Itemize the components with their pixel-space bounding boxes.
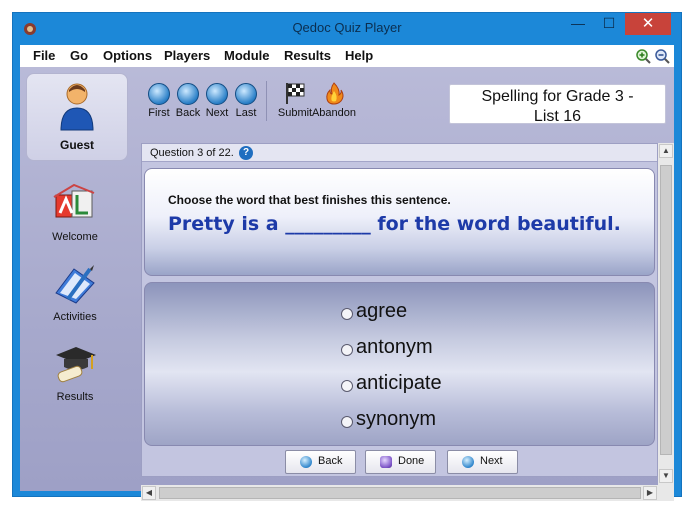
done-button-label: Done — [398, 455, 425, 467]
question-header: Question 3 of 22. ? — [142, 144, 657, 162]
done-button[interactable]: Done — [365, 450, 436, 474]
back-arrow-icon — [300, 456, 312, 468]
user-avatar-icon — [60, 83, 94, 131]
fire-icon — [326, 82, 344, 105]
next-icon — [206, 83, 228, 105]
back-button-label: Back — [318, 455, 343, 467]
menu-module[interactable]: Module — [224, 48, 270, 63]
user-panel[interactable]: Guest — [26, 73, 128, 161]
question-nav-bar: Back Done Next — [144, 448, 655, 476]
menu-bar: File Go Options Players Module Results H… — [20, 45, 674, 67]
answer-radio[interactable] — [341, 308, 353, 320]
next-button[interactable]: Next — [447, 450, 518, 474]
back-icon — [177, 83, 199, 105]
last-icon — [235, 83, 257, 105]
vertical-scrollbar[interactable]: ▲ ▼ — [658, 143, 674, 485]
horizontal-scroll-thumb[interactable] — [159, 487, 641, 499]
answer-option[interactable]: antonym — [341, 335, 541, 363]
back-toolbar-button[interactable]: Back — [173, 81, 203, 129]
answer-option[interactable]: anticipate — [341, 371, 541, 399]
next-toolbar-button[interactable]: Next — [202, 81, 232, 129]
menu-go[interactable]: Go — [70, 48, 88, 63]
last-button[interactable]: Last — [231, 81, 261, 129]
zoom-out-icon[interactable] — [654, 48, 671, 65]
menu-players[interactable]: Players — [164, 48, 210, 63]
menu-file[interactable]: File — [33, 48, 55, 63]
sidebar-item-activities[interactable]: Activities — [20, 263, 130, 333]
sidebar-item-results[interactable]: Results — [20, 343, 130, 413]
scrollbar-corner — [658, 485, 674, 501]
scroll-down-icon[interactable]: ▼ — [659, 469, 673, 483]
sidebar-item-label: Welcome — [52, 231, 98, 243]
first-button[interactable]: First — [144, 81, 174, 129]
module-title-line2: List 16 — [533, 108, 582, 125]
zoom-in-icon[interactable] — [635, 48, 652, 65]
module-title-line1: Spelling for Grade 3 - — [481, 88, 634, 105]
question-text: Pretty is a _________ for the word beaut… — [168, 213, 621, 235]
scroll-right-icon[interactable]: ▶ — [643, 486, 657, 500]
scroll-up-icon[interactable]: ▲ — [659, 144, 673, 158]
menu-options[interactable]: Options — [103, 48, 152, 63]
app-window: Qedoc Quiz Player — ☐ ✕ File Go Options … — [12, 12, 682, 501]
answer-label: anticipate — [356, 372, 442, 394]
next-arrow-icon — [462, 456, 474, 468]
answer-label: antonym — [356, 336, 433, 358]
scroll-left-icon[interactable]: ◀ — [142, 486, 156, 500]
module-title: Spelling for Grade 3 - List 16 — [449, 84, 666, 125]
question-area: Question 3 of 22. ? Choose the word that… — [141, 143, 658, 477]
answer-label: agree — [356, 300, 408, 322]
client-area: Guest Welcome Activities Results First B… — [20, 67, 674, 501]
question-instruction: Choose the word that best finishes this … — [168, 193, 451, 207]
close-button[interactable]: ✕ — [625, 13, 671, 35]
submit-button[interactable]: Submit — [273, 81, 317, 129]
minimize-button[interactable]: — — [563, 13, 593, 35]
checkered-flag-icon — [286, 83, 305, 104]
done-icon — [380, 456, 392, 468]
next-button-label: Next — [480, 455, 503, 467]
horizontal-scrollbar[interactable]: ◀ ▶ — [141, 485, 658, 501]
help-icon[interactable]: ? — [239, 146, 253, 160]
answers-panel: agree antonym anticipate synonym — [144, 282, 655, 446]
book-pencil-icon — [55, 265, 95, 304]
abandon-label: Abandon — [311, 107, 357, 119]
user-name: Guest — [59, 138, 94, 152]
graduation-cap-icon — [56, 347, 96, 383]
answer-label: synonym — [356, 408, 437, 430]
vertical-scroll-thumb[interactable] — [660, 165, 672, 455]
answer-radio[interactable] — [341, 344, 353, 356]
maximize-button[interactable]: ☐ — [594, 13, 624, 35]
answer-option[interactable]: agree — [341, 299, 541, 327]
sidebar-item-welcome[interactable]: Welcome — [20, 183, 130, 253]
answer-radio[interactable] — [341, 416, 353, 428]
back-button[interactable]: Back — [285, 450, 356, 474]
abandon-button[interactable]: Abandon — [312, 81, 356, 129]
title-bar[interactable]: Qedoc Quiz Player — ☐ ✕ — [13, 13, 681, 45]
sidebar-item-label: Activities — [53, 311, 97, 323]
first-icon — [148, 83, 170, 105]
sidebar: Guest Welcome Activities Results — [20, 67, 140, 491]
menu-help[interactable]: Help — [345, 48, 373, 63]
toolbar-separator — [266, 81, 267, 121]
answer-radio[interactable] — [341, 380, 353, 392]
answer-option[interactable]: synonym — [341, 407, 541, 435]
question-panel: Choose the word that best finishes this … — [144, 168, 655, 276]
sidebar-item-label: Results — [56, 391, 94, 403]
question-counter: Question 3 of 22. — [150, 147, 234, 159]
menu-results[interactable]: Results — [284, 48, 331, 63]
alphabet-blocks-icon — [53, 183, 95, 218]
last-label: Last — [235, 107, 257, 119]
